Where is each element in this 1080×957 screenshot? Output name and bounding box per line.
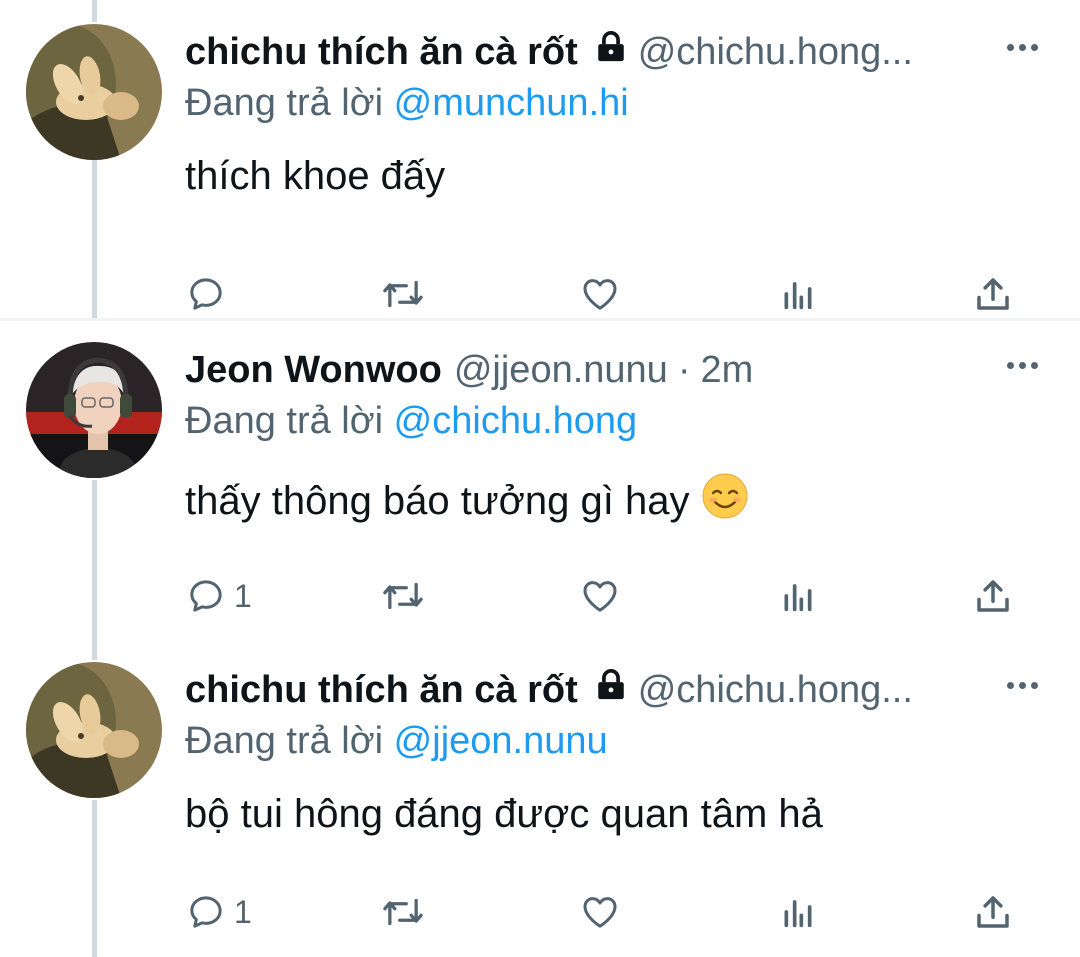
tweet-header: Jeon Wonwoo @jjeon.nunu · 2m bbox=[185, 342, 1000, 398]
tweet[interactable]: chichu thích ăn cà rốt @chichu.hong... Đ… bbox=[0, 24, 1080, 320]
display-name[interactable]: chichu thích ăn cà rốt bbox=[185, 31, 578, 74]
views-button[interactable] bbox=[778, 264, 818, 324]
reply-button[interactable]: 1 bbox=[186, 882, 252, 942]
avatar[interactable] bbox=[26, 342, 162, 478]
tweet[interactable]: chichu thích ăn cà rốt @chichu.hong... Đ… bbox=[0, 662, 1080, 957]
bunny-avatar bbox=[26, 24, 162, 160]
tweet-text: bộ tui hông đáng được quan tâm hả bbox=[185, 792, 823, 837]
heart-icon bbox=[583, 897, 617, 928]
username[interactable]: @jjeon.nunu bbox=[454, 349, 668, 392]
views-icon bbox=[784, 900, 812, 928]
display-name[interactable]: Jeon Wonwoo bbox=[185, 349, 442, 392]
heart-icon bbox=[583, 279, 617, 310]
share-button[interactable] bbox=[972, 882, 1014, 942]
tweet-header: chichu thích ăn cà rốt @chichu.hong... bbox=[185, 662, 1000, 718]
more-icon[interactable] bbox=[998, 350, 1046, 380]
action-bar: 1 bbox=[0, 566, 1080, 626]
retweet-icon bbox=[383, 280, 423, 308]
action-bar: 1 bbox=[0, 882, 1080, 942]
reply-icon bbox=[190, 278, 222, 310]
tweet-text-content: thấy thông báo tưởng gì hay bbox=[185, 478, 690, 523]
share-icon bbox=[977, 896, 1009, 928]
tweet-header: chichu thích ăn cà rốt @chichu.hong... bbox=[185, 24, 1000, 80]
reply-button[interactable]: 1 bbox=[186, 566, 252, 626]
share-icon bbox=[977, 580, 1009, 612]
replying-prefix: Đang trả lời bbox=[185, 82, 384, 124]
bunny-avatar bbox=[26, 662, 162, 798]
retweet-button[interactable] bbox=[380, 566, 426, 626]
display-name[interactable]: chichu thích ăn cà rốt bbox=[185, 669, 578, 712]
tweet-text-content: bộ tui hông đáng được quan tâm hả bbox=[185, 792, 823, 836]
views-button[interactable] bbox=[778, 566, 818, 626]
avatar[interactable] bbox=[26, 662, 162, 798]
retweet-icon bbox=[383, 898, 423, 926]
smiling-face-emoji bbox=[701, 472, 749, 530]
more-icon[interactable] bbox=[998, 32, 1046, 62]
share-button[interactable] bbox=[972, 566, 1014, 626]
mention-link[interactable]: @jjeon.nunu bbox=[394, 720, 608, 762]
username[interactable]: @chichu.hong... bbox=[638, 31, 913, 74]
reply-icon bbox=[190, 896, 222, 928]
person-with-headset-avatar bbox=[26, 342, 162, 478]
mention-link[interactable]: @chichu.hong bbox=[394, 400, 638, 442]
action-bar bbox=[0, 264, 1080, 324]
tweet-text: thích khoe đấy bbox=[185, 154, 445, 199]
tweet[interactable]: Jeon Wonwoo @jjeon.nunu · 2m Đang trả lờ… bbox=[0, 342, 1080, 642]
replying-to: Đang trả lời @munchun.hi bbox=[185, 82, 629, 125]
reply-count: 1 bbox=[234, 577, 252, 614]
replying-prefix: Đang trả lời bbox=[185, 400, 384, 442]
tweet-text-content: thích khoe đấy bbox=[185, 154, 446, 198]
views-button[interactable] bbox=[778, 882, 818, 942]
share-button[interactable] bbox=[972, 264, 1014, 324]
retweet-icon bbox=[383, 582, 423, 610]
timestamp[interactable]: 2m bbox=[700, 349, 753, 392]
username[interactable]: @chichu.hong... bbox=[638, 669, 913, 712]
retweet-button[interactable] bbox=[380, 882, 426, 942]
replying-to: Đang trả lời @chichu.hong bbox=[185, 400, 637, 443]
replying-prefix: Đang trả lời bbox=[185, 720, 384, 762]
lock-icon bbox=[594, 30, 628, 74]
mention-link[interactable]: @munchun.hi bbox=[394, 82, 629, 124]
lock-icon bbox=[594, 668, 628, 712]
like-button[interactable] bbox=[580, 264, 620, 324]
divider bbox=[0, 318, 1080, 321]
heart-icon bbox=[583, 581, 617, 612]
like-button[interactable] bbox=[580, 882, 620, 942]
views-icon bbox=[784, 584, 812, 612]
views-icon bbox=[784, 282, 812, 310]
more-icon[interactable] bbox=[998, 670, 1046, 700]
reply-icon bbox=[190, 580, 222, 612]
tweet-text: thấy thông báo tưởng gì hay bbox=[185, 472, 749, 530]
replying-to: Đang trả lời @jjeon.nunu bbox=[185, 720, 608, 763]
like-button[interactable] bbox=[580, 566, 620, 626]
avatar[interactable] bbox=[26, 24, 162, 160]
separator: · bbox=[677, 348, 691, 391]
reply-count: 1 bbox=[234, 893, 252, 930]
share-icon bbox=[977, 278, 1009, 310]
reply-button[interactable] bbox=[186, 264, 234, 324]
retweet-button[interactable] bbox=[380, 264, 426, 324]
thread-line bbox=[92, 0, 97, 22]
